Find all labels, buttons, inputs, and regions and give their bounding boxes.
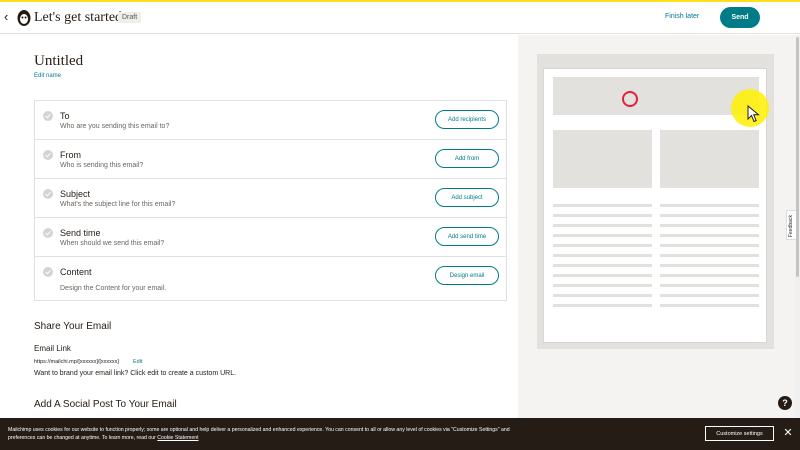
share-email-heading: Share Your Email [34, 321, 112, 332]
brand-link-hint: Want to brand your email link? Click edi… [34, 370, 237, 377]
design-email-button[interactable]: Design email [435, 266, 499, 285]
help-button[interactable]: ? [778, 396, 792, 410]
preview-text-line [553, 264, 652, 267]
add-from-button[interactable]: Add from [435, 149, 499, 168]
check-circle-icon [43, 189, 53, 199]
click-target-marker [622, 91, 638, 107]
checklist-row-subject: Subject What's the subject line for this… [35, 179, 506, 218]
preview-text-line [660, 294, 759, 297]
add-recipients-button[interactable]: Add recipients [435, 110, 499, 129]
checklist-row-title: From [60, 150, 81, 160]
page-title: Let's get started! [34, 10, 127, 25]
preview-text-line [660, 234, 759, 237]
preview-header-block [553, 77, 759, 115]
checklist-row-to: To Who are you sending this email to? Ad… [35, 101, 506, 140]
preview-text-line [660, 254, 759, 257]
check-circle-icon [43, 111, 53, 121]
email-link-label: Email Link [34, 344, 71, 353]
checklist-row-subtitle: Design the Content for your email. [60, 285, 167, 292]
email-link-url: https://mailchi.mp/[xxxxxx]/[xxxxxx] [34, 359, 119, 365]
preview-text-line [553, 224, 652, 227]
feedback-label: Feedback [788, 215, 794, 237]
checklist-row-title: To [60, 111, 70, 121]
email-preview-panel [518, 35, 800, 418]
campaign-name: Untitled [34, 53, 84, 69]
check-circle-icon [43, 267, 53, 277]
checklist-row-title: Content [60, 267, 92, 277]
add-send-time-button[interactable]: Add send time [435, 227, 499, 246]
add-subject-button[interactable]: Add subject [435, 188, 499, 207]
preview-text-line [553, 274, 652, 277]
preview-text-line [660, 214, 759, 217]
preview-text-line [553, 204, 652, 207]
preview-text-line [553, 254, 652, 257]
preview-text-line [660, 204, 759, 207]
cookie-banner: Mailchimp uses cookies for our website t… [0, 418, 800, 450]
preview-text-line [553, 294, 652, 297]
checklist-row-content: Content Design the Content for your emai… [35, 257, 506, 301]
header: ‹ Let's get started! Draft Finish later … [0, 2, 800, 34]
preview-text-line [660, 274, 759, 277]
send-button[interactable]: Send [720, 7, 760, 28]
checklist-row-subtitle: Who are you sending this email to? [60, 123, 170, 130]
back-chevron-icon[interactable]: ‹ [4, 10, 16, 24]
check-circle-icon [43, 228, 53, 238]
social-post-heading: Add A Social Post To Your Email [34, 399, 177, 410]
main-content: Untitled Edit name To Who are you sendin… [0, 35, 518, 418]
campaign-checklist: To Who are you sending this email to? Ad… [34, 100, 507, 301]
preview-text-line [553, 214, 652, 217]
scrollbar-thumb[interactable] [796, 37, 799, 277]
preview-text-line [553, 284, 652, 287]
preview-text-line [660, 264, 759, 267]
check-circle-icon [43, 150, 53, 160]
mouse-cursor-icon [747, 105, 760, 123]
preview-image-block-left [553, 130, 652, 188]
checklist-row-subtitle: When should we send this email? [60, 240, 165, 247]
customize-settings-button[interactable]: Customize settings [705, 426, 774, 441]
preview-text-line [553, 244, 652, 247]
checklist-row-subtitle: What's the subject line for this email? [60, 201, 176, 208]
finish-later-link[interactable]: Finish later [665, 13, 699, 20]
mailchimp-logo-icon [17, 10, 31, 26]
checklist-row-from: From Who is sending this email? Add from [35, 140, 506, 179]
checklist-row-title: Send time [60, 228, 101, 238]
feedback-tab[interactable]: Feedback [786, 210, 796, 240]
status-badge: Draft [118, 12, 142, 23]
close-icon[interactable]: ✕ [783, 427, 793, 439]
checklist-row-subtitle: Who is sending this email? [60, 162, 144, 169]
preview-text-line [553, 234, 652, 237]
cookie-statement-link[interactable]: Cookie Statement [157, 435, 198, 441]
email-link-edit-link[interactable]: Edit [133, 359, 142, 365]
preview-text-line [660, 284, 759, 287]
cookie-notice: Mailchimp uses cookies for our website t… [8, 426, 533, 442]
checklist-row-title: Subject [60, 189, 91, 199]
preview-text-line [553, 304, 652, 307]
preview-image-block-right [660, 130, 759, 188]
preview-text-line [660, 224, 759, 227]
checklist-row-send-time: Send time When should we send this email… [35, 218, 506, 257]
cookie-notice-text: Mailchimp uses cookies for our website t… [8, 427, 510, 441]
preview-text-line [660, 304, 759, 307]
edit-name-link[interactable]: Edit name [34, 73, 61, 79]
preview-text-line [660, 244, 759, 247]
